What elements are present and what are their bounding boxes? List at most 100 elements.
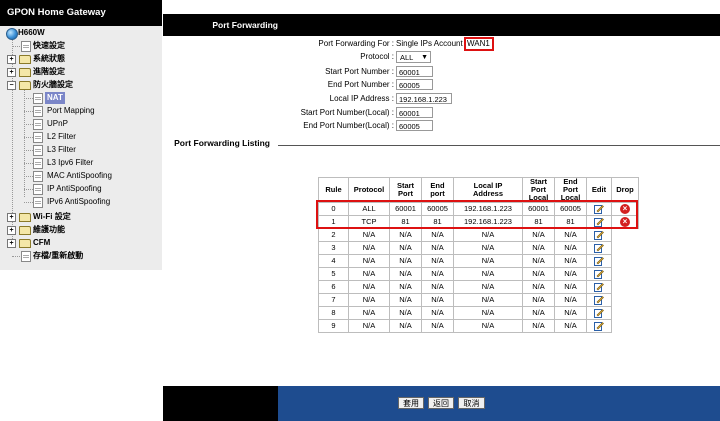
cell-edit [586, 228, 612, 242]
nav-item-ip-antispoofing[interactable]: IP AntiSpoofing [0, 183, 160, 195]
cell-slocal: N/A [522, 241, 555, 255]
tree-root-label: H660W [18, 28, 45, 37]
cell-edit [586, 241, 612, 255]
cell-drop [611, 306, 639, 320]
cell-end: N/A [421, 241, 454, 255]
nav-item-nat-label: NAT [45, 92, 65, 104]
cell-slocal: N/A [522, 267, 555, 281]
nav-item-port-mapping[interactable]: Port Mapping [0, 105, 160, 117]
cell-end: N/A [421, 293, 454, 307]
cell-end: N/A [421, 254, 454, 268]
cell-rule: 5 [318, 267, 349, 281]
nav-item-maintenance[interactable]: + 維護功能 [0, 224, 160, 236]
nav-item-save-reboot[interactable]: 存檔/重新啟動 [0, 250, 160, 262]
listing-title: Port Forwarding Listing [174, 138, 270, 148]
edit-icon[interactable] [594, 321, 604, 332]
cell-ip: N/A [453, 319, 523, 333]
cell-ip: N/A [453, 241, 523, 255]
cell-elocal: N/A [554, 306, 587, 320]
cell-slocal: N/A [522, 280, 555, 294]
end-local-input[interactable]: 60005 [396, 120, 433, 131]
table-row: 8 N/A N/A N/A N/A N/A N/A [318, 306, 639, 320]
folder-icon [19, 68, 31, 77]
protocol-select-value: ALL [400, 53, 414, 62]
cell-ip: N/A [453, 267, 523, 281]
edit-icon[interactable] [594, 230, 604, 241]
folder-open-icon [19, 81, 31, 90]
cancel-button[interactable]: 取消 [458, 397, 485, 409]
cell-slocal: N/A [522, 254, 555, 268]
table-row: 2 N/A N/A N/A N/A N/A N/A [318, 228, 639, 242]
table-row: 3 N/A N/A N/A N/A N/A N/A [318, 241, 639, 255]
col-end-port: End port [421, 177, 454, 203]
cell-slocal: N/A [522, 319, 555, 333]
collapse-icon[interactable]: − [7, 81, 16, 90]
cell-edit [586, 254, 612, 268]
nav-item-ipv6-antispoofing[interactable]: IPv6 AntiSpoofing [0, 196, 160, 208]
cell-rule: 7 [318, 293, 349, 307]
end-port-input[interactable]: 60005 [396, 79, 433, 90]
edit-icon[interactable] [594, 269, 604, 280]
expand-icon[interactable]: + [7, 239, 16, 248]
expand-icon[interactable]: + [7, 213, 16, 222]
expand-icon[interactable]: + [7, 55, 16, 64]
cell-start: N/A [389, 293, 422, 307]
start-port-label: Start Port Number : [325, 67, 394, 76]
start-port-row: Start Port Number : [280, 66, 394, 78]
apply-button[interactable]: 套用 [398, 397, 424, 409]
cell-protocol: N/A [348, 228, 390, 242]
cell-elocal: N/A [554, 293, 587, 307]
nav-item-mac-antispoofing[interactable]: MAC AntiSpoofing [0, 170, 160, 182]
start-local-row: Start Port Number(Local) : [280, 107, 394, 119]
nav-item-cfm[interactable]: + CFM [0, 237, 160, 249]
sidebar-nav: GPON Home Gateway H660W 快速設定 + 系統狀態 + 進階… [0, 0, 162, 421]
cell-elocal: N/A [554, 280, 587, 294]
nav-item-firewall[interactable]: − 防火牆設定 [0, 79, 160, 91]
page-title: Port Forwarding [212, 20, 278, 30]
edit-icon[interactable] [594, 243, 604, 254]
cell-elocal: N/A [554, 267, 587, 281]
nav-item-l2-filter[interactable]: L2 Filter [0, 131, 160, 143]
table-row: 9 N/A N/A N/A N/A N/A N/A [318, 319, 639, 333]
nav-item-l3-filter[interactable]: L3 Filter [0, 144, 160, 156]
nav-item-advanced[interactable]: + 進階設定 [0, 66, 160, 78]
nav-item-l3-ipv6-filter[interactable]: L3 Ipv6 Filter [0, 157, 160, 169]
folder-icon [19, 213, 31, 222]
start-local-input[interactable]: 60001 [396, 107, 433, 118]
back-button[interactable]: 返回 [428, 397, 454, 409]
cell-drop [611, 228, 639, 242]
protocol-label: Protocol : [360, 52, 394, 61]
nav-item-upnp[interactable]: UPnP [0, 118, 160, 130]
page-icon [21, 41, 31, 52]
pf-for-label: Port Forwarding For : [318, 39, 394, 48]
cell-start: N/A [389, 254, 422, 268]
table-row: 7 N/A N/A N/A N/A N/A N/A [318, 293, 639, 307]
edit-icon[interactable] [594, 256, 604, 267]
table-row: 6 N/A N/A N/A N/A N/A N/A [318, 280, 639, 294]
nav-item-system-status[interactable]: + 系統狀態 [0, 53, 160, 65]
nav-item-wifi[interactable]: + Wi-Fi 設定 [0, 211, 160, 223]
cell-edit [586, 319, 612, 333]
edit-icon[interactable] [594, 295, 604, 306]
cell-end: N/A [421, 319, 454, 333]
chevron-down-icon: ▼ [421, 54, 428, 61]
local-ip-label: Local IP Address : [329, 94, 394, 103]
cell-drop [611, 280, 639, 294]
local-ip-input[interactable]: 192.168.1.223 [396, 93, 452, 104]
start-port-input[interactable]: 60001 [396, 66, 433, 77]
edit-icon[interactable] [594, 282, 604, 293]
protocol-row: Protocol : [280, 51, 394, 63]
cell-drop [611, 319, 639, 333]
edit-icon[interactable] [594, 308, 604, 319]
section-column [163, 36, 278, 386]
cell-edit [586, 280, 612, 294]
expand-icon[interactable]: + [7, 68, 16, 77]
nav-item-nat[interactable]: NAT [0, 92, 160, 104]
protocol-select[interactable]: ALL ▼ [396, 51, 431, 63]
page-icon [33, 106, 43, 117]
expand-icon[interactable]: + [7, 226, 16, 235]
start-local-label: Start Port Number(Local) : [300, 108, 394, 117]
nav-item-quick-setup[interactable]: 快速設定 [0, 40, 160, 52]
cell-ip: N/A [453, 293, 523, 307]
cell-elocal: N/A [554, 319, 587, 333]
